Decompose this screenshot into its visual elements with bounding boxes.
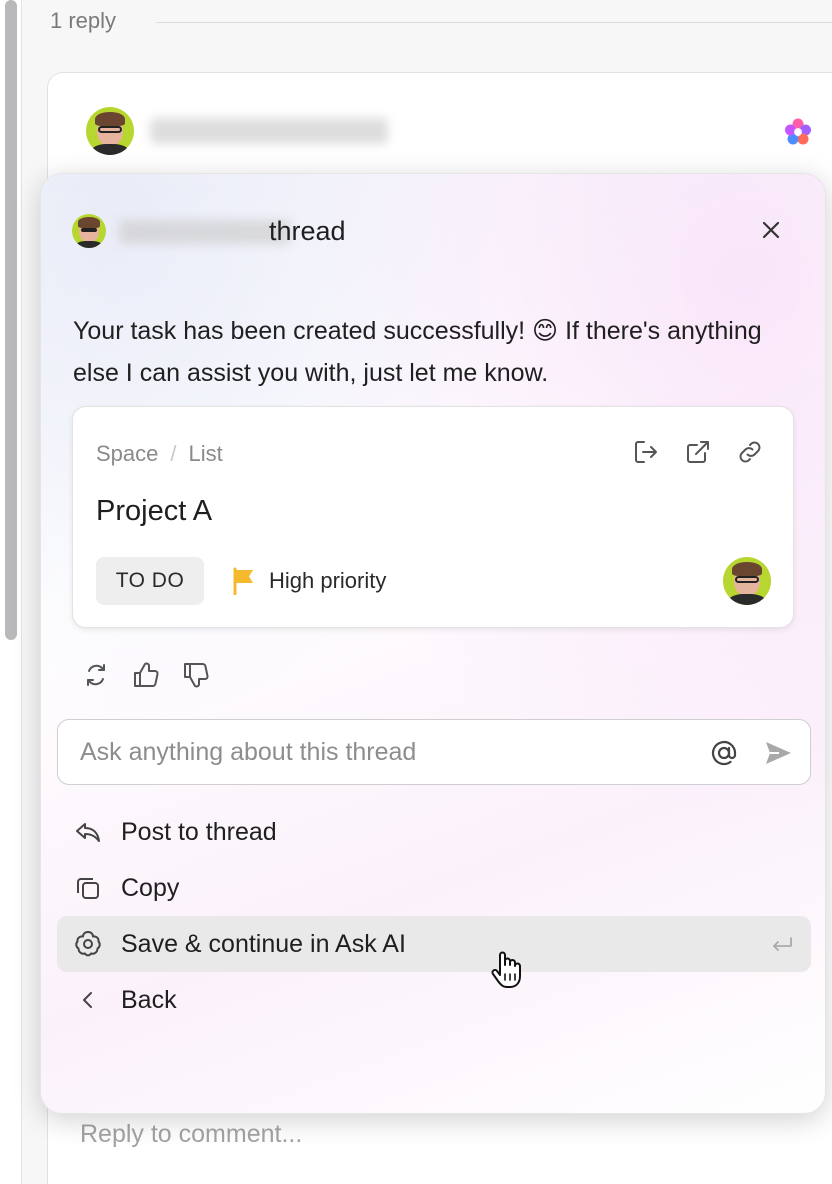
flag-icon <box>233 567 253 595</box>
menu-item-label: Copy <box>121 874 180 902</box>
task-card[interactable]: Space / List Project A TO DO High priori… <box>72 406 794 628</box>
assignee-avatar[interactable] <box>723 557 771 605</box>
ai-sparkle-icon[interactable] <box>782 116 814 148</box>
reply-to-comment-input[interactable]: Reply to comment... <box>80 1120 302 1149</box>
link-icon[interactable] <box>735 437 765 467</box>
menu-item-label: Post to thread <box>121 818 277 846</box>
thumbs-up-icon[interactable] <box>131 660 161 690</box>
open-external-icon[interactable] <box>683 437 713 467</box>
breadcrumb-separator: / <box>170 441 177 466</box>
save-continue-ask-ai-menu-item[interactable]: Save & continue in Ask AI <box>57 916 811 972</box>
scrollbar-track[interactable] <box>0 0 22 1184</box>
move-out-icon[interactable] <box>631 437 661 467</box>
priority-field[interactable]: High priority <box>231 567 386 595</box>
divider <box>156 22 832 23</box>
modal-title: thread <box>269 216 346 246</box>
scrollbar-thumb[interactable] <box>5 0 17 640</box>
action-menu: Post to thread Copy Save & continue in A… <box>57 804 811 1028</box>
menu-item-label: Back <box>121 986 177 1014</box>
thread-owner-avatar <box>72 214 106 248</box>
ask-thread-input[interactable] <box>80 734 680 770</box>
thread-ai-modal: thread Your task has been created succes… <box>40 173 826 1114</box>
thread-owner-name-redacted <box>119 220 291 244</box>
ask-thread-input-box <box>57 719 811 785</box>
chevron-left-icon <box>83 992 92 1008</box>
regenerate-icon[interactable] <box>81 660 111 690</box>
ai-message: Your task has been created successfully!… <box>73 317 762 387</box>
mention-icon[interactable] <box>708 737 740 769</box>
commenter-name-redacted <box>150 118 388 144</box>
commenter-avatar[interactable] <box>86 107 134 155</box>
reply-count: 1 reply <box>50 8 117 33</box>
post-to-thread-menu-item[interactable]: Post to thread <box>57 804 811 860</box>
close-button[interactable] <box>755 214 787 246</box>
task-title[interactable]: Project A <box>96 495 212 528</box>
breadcrumb-space[interactable]: Space <box>96 441 158 467</box>
priority-label: High priority <box>269 568 387 593</box>
thumbs-down-icon[interactable] <box>181 660 211 690</box>
enter-key-icon <box>773 937 792 951</box>
send-icon[interactable] <box>762 737 794 769</box>
breadcrumb-list[interactable]: List <box>189 441 223 467</box>
back-menu-item[interactable]: Back <box>57 972 811 1028</box>
hand-cursor-icon <box>491 951 521 988</box>
reply-icon <box>76 823 100 842</box>
page: 1 reply Reply to comment... thread Your … <box>0 0 832 1184</box>
copy-menu-item[interactable]: Copy <box>57 860 811 916</box>
breadcrumb: Space / List <box>96 441 223 467</box>
copy-icon <box>77 878 99 899</box>
ai-brain-icon <box>75 931 101 957</box>
feedback-actions <box>81 660 211 690</box>
status-badge[interactable]: TO DO <box>96 557 204 605</box>
close-icon <box>762 221 780 239</box>
menu-item-label: Save & continue in Ask AI <box>121 930 406 958</box>
card-actions <box>631 437 765 467</box>
